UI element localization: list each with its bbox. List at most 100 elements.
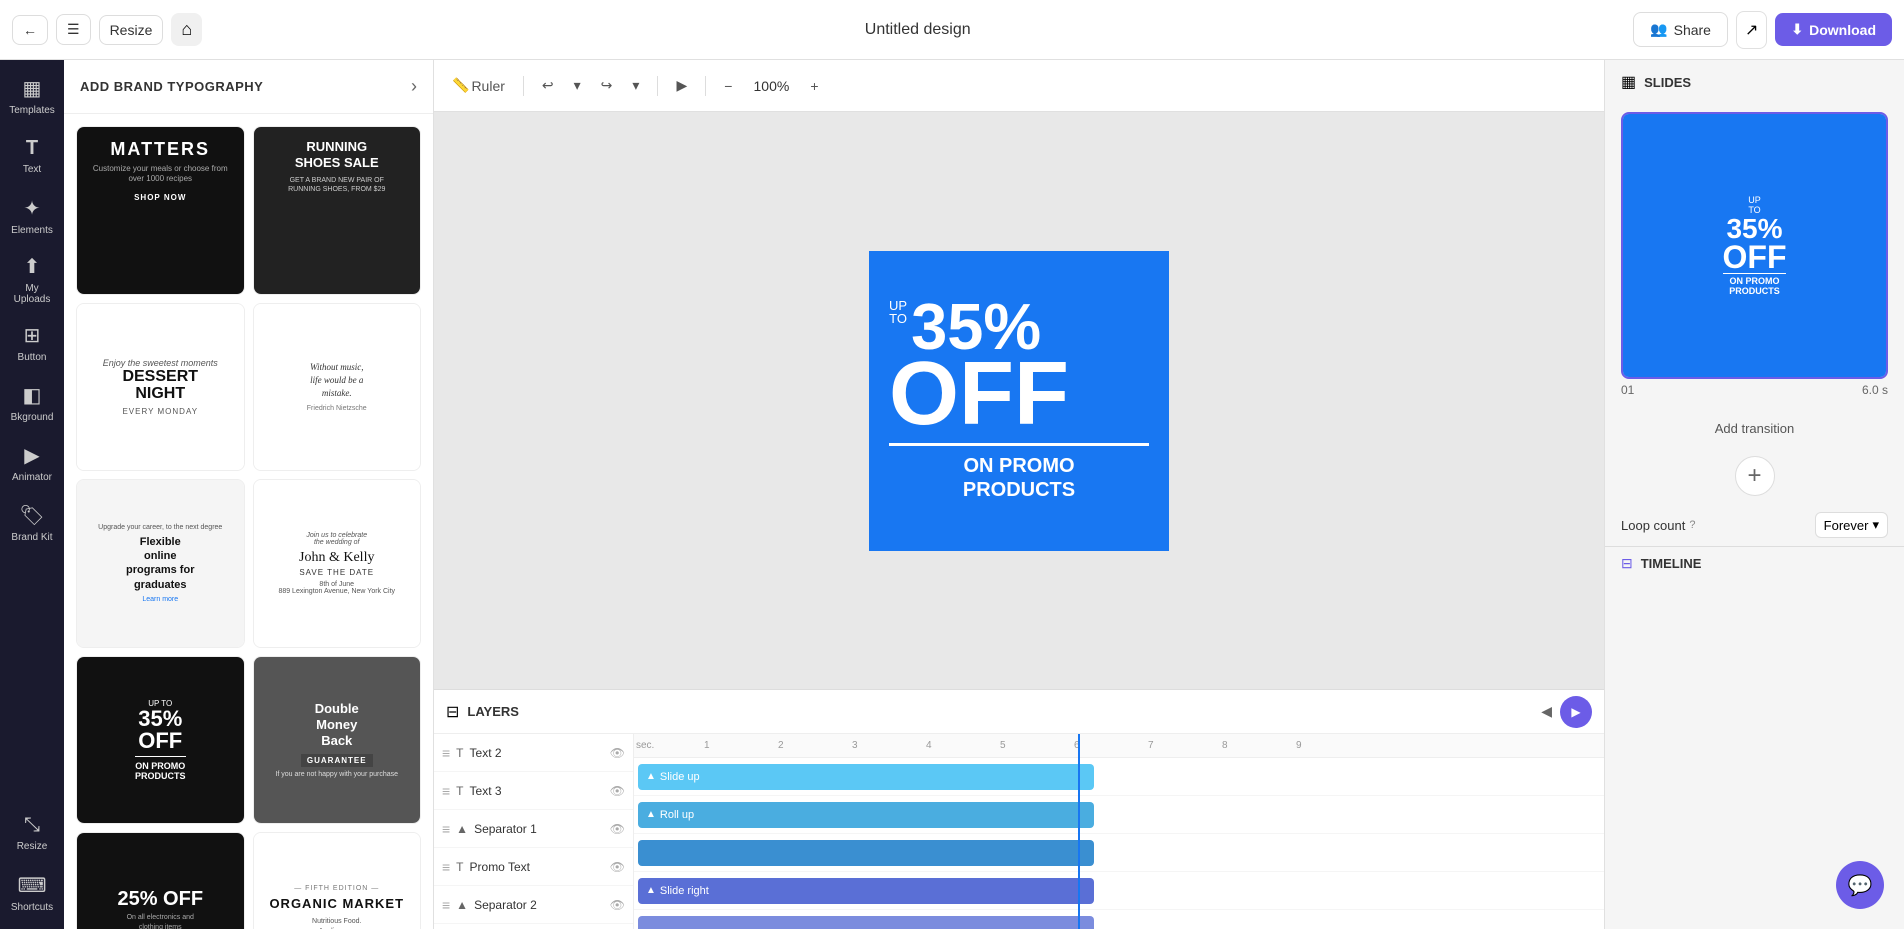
template-card-10[interactable]: — FIFTH EDITION — ORGANIC MARKET Nutriti… [253, 832, 422, 929]
animator-icon: ▶ [24, 443, 39, 468]
sidebar-item-uploads[interactable]: ⬆ My Uploads [4, 248, 60, 311]
template-card-5[interactable]: Upgrade your career, to the next degree … [76, 479, 245, 648]
loop-help-icon[interactable]: ? [1689, 519, 1695, 531]
track-sep1-block[interactable] [638, 840, 1094, 866]
slide-1-thumbnail[interactable]: UPTO 35% OFF ON PROMOPRODUCTS [1621, 112, 1888, 379]
track-text2-block[interactable]: ▲ Slide up [638, 764, 1094, 790]
track-row-separator2 [634, 910, 1604, 929]
template-card-4[interactable]: Without music,life would be amistake. Fr… [253, 303, 422, 472]
drag-handle-promo: ≡ [442, 859, 450, 875]
undo-dropdown[interactable]: ▾ [568, 73, 587, 98]
timeline-play-icon: ▶ [1571, 705, 1580, 719]
layer-text2-visibility[interactable]: 👁 [610, 746, 625, 760]
sidebar-item-brand-kit[interactable]: 🏷 Brand Kit [4, 495, 60, 551]
timeline-topbar: ⊟ LAYERS ◀ ▶ [434, 690, 1604, 734]
loop-select[interactable]: Forever ▾ [1815, 512, 1888, 538]
slide-up-icon-t2: ▲ [646, 771, 656, 782]
ruler-tick-6: 6 [1074, 740, 1080, 751]
connect-icon: ↗ [1745, 20, 1758, 40]
template-card-2[interactable]: RUNNINGSHOES SALE GET A BRAND NEW PAIR O… [253, 126, 422, 295]
layer-text3-visibility[interactable]: 👁 [610, 784, 625, 798]
track-text2-label: Slide up [660, 771, 700, 783]
roll-up-icon-t3: ▲ [646, 809, 656, 820]
add-slide-button[interactable]: + [1735, 456, 1775, 496]
loop-count-row: Loop count ? Forever ▾ [1605, 504, 1904, 546]
zoom-plus-icon: + [810, 78, 818, 94]
track-sep2-block[interactable] [638, 916, 1094, 929]
loop-count-label: Loop count ? [1621, 518, 1695, 533]
sidebar-item-brand-kit-label: Brand Kit [11, 532, 52, 543]
template-card-9[interactable]: 25% OFF On all electronics andclothing i… [76, 832, 245, 929]
template-card-7[interactable]: UP TO 35%OFF ON PROMOPRODUCTS [76, 656, 245, 825]
track-row-text3: ▲ Roll up [634, 796, 1604, 834]
toolbar-separator-1 [523, 76, 524, 96]
left-sidebar: ▦ Templates T Text ✦ Elements ⬆ My Uploa… [0, 60, 64, 929]
sidebar-item-resize[interactable]: ⤡ Resize [4, 805, 60, 861]
layer-promo-row[interactable]: ≡ T Promo Text 👁 [434, 848, 633, 886]
sidebar-item-templates-label: Templates [9, 105, 55, 116]
ruler-tick-5: 5 [1000, 740, 1006, 751]
layer-promo-visibility[interactable]: 👁 [610, 860, 625, 874]
sidebar-item-background[interactable]: ◧ Bkground [4, 375, 60, 431]
slide-1-number: 01 [1621, 383, 1634, 397]
download-button[interactable]: ⬇ Download [1775, 13, 1892, 46]
layer-sep1-visibility[interactable]: 👁 [610, 822, 625, 836]
home-button[interactable]: ⌂ [171, 13, 202, 46]
text-icon: T [26, 137, 38, 160]
sidebar-item-elements[interactable]: ✦ Elements [4, 188, 60, 244]
chat-button[interactable]: 💬 [1836, 861, 1884, 909]
redo-dropdown[interactable]: ▾ [626, 73, 645, 98]
menu-button[interactable]: ☰ [56, 14, 91, 45]
template-card-8[interactable]: DoubleMoneyBack GUARANTEE If you are not… [253, 656, 422, 825]
undo-button[interactable]: ↩ [536, 73, 560, 98]
resize-button[interactable]: Resize [99, 15, 164, 45]
download-icon: ⬇ [1791, 21, 1803, 38]
play-button[interactable]: ▶ [670, 73, 693, 98]
text3-type-icon: T [456, 784, 463, 798]
right-panel: ▦ SLIDES UPTO 35% OFF ON PROMOPRODUCTS 0… [1604, 60, 1904, 929]
template-card-3[interactable]: Enjoy the sweetest moments DESSERTNIGHT … [76, 303, 245, 472]
layer-separator1-name: Separator 1 [474, 822, 604, 836]
zoom-out-button[interactable]: − [718, 74, 738, 98]
ruler-button[interactable]: 📏 Ruler [446, 73, 511, 98]
drag-handle-sep1: ≡ [442, 821, 450, 837]
share-button[interactable]: 👥 Share [1633, 12, 1728, 47]
track-row-text2: ▲ Slide up [634, 758, 1604, 796]
timeline-ruler: sec. 1 2 3 4 5 6 7 8 9 [634, 734, 1604, 758]
redo-button[interactable]: ↪ [595, 73, 619, 98]
layer-sep2-visibility[interactable]: 👁 [610, 898, 625, 912]
sidebar-item-animator-label: Animator [12, 472, 52, 483]
layer-text2-row[interactable]: ≡ T Text 2 👁 [434, 734, 633, 772]
layer-separator2-row[interactable]: ≡ ▲ Separator 2 👁 [434, 886, 633, 924]
slide-1-footer: 01 6.0 s [1621, 379, 1888, 401]
design-canvas[interactable]: UPTO 35% OFF ON PROMOPRODUCTS [869, 251, 1169, 551]
timeline-play-button[interactable]: ▶ [1560, 696, 1592, 728]
ruler-tick-1: 1 [704, 740, 710, 751]
connect-button[interactable]: ↗ [1736, 11, 1767, 49]
track-text3-block[interactable]: ▲ Roll up [638, 802, 1094, 828]
sidebar-item-text[interactable]: T Text [4, 128, 60, 184]
template-card-6[interactable]: Join us to celebratethe wedding of John … [253, 479, 422, 648]
collapse-layers-button[interactable]: ◀ [1541, 703, 1552, 720]
template-card-1[interactable]: MATTERS Customize your meals or choose f… [76, 126, 245, 295]
sidebar-item-shortcuts[interactable]: ⌨ Shortcuts [4, 865, 60, 921]
sidebar-item-elements-label: Elements [11, 225, 53, 236]
timeline-content: ≡ T Text 2 👁 ≡ T Text 3 👁 ≡ ▲ Separator … [434, 734, 1604, 929]
back-button[interactable]: ← [12, 15, 48, 45]
top-bar-left: ← ☰ Resize ⌂ [12, 13, 202, 46]
layer-separator1-row[interactable]: ≡ ▲ Separator 1 👁 [434, 810, 633, 848]
top-bar: ← ☰ Resize ⌂ Untitled design 👥 Share ↗ ⬇… [0, 0, 1904, 60]
sidebar-item-templates[interactable]: ▦ Templates [4, 68, 60, 124]
layer-text3-row[interactable]: ≡ T Text 3 👁 [434, 772, 633, 810]
slide-thumb-inner: UPTO 35% OFF ON PROMOPRODUCTS [1623, 114, 1886, 377]
sidebar-item-animator[interactable]: ▶ Animator [4, 435, 60, 491]
track-row-separator1 [634, 834, 1604, 872]
promo-type-icon: T [456, 860, 463, 874]
ruler-tick-8: 8 [1222, 740, 1228, 751]
sidebar-item-resize-label: Resize [17, 841, 48, 852]
sidebar-item-button[interactable]: ⊞ Button [4, 315, 60, 371]
zoom-in-button[interactable]: + [804, 74, 824, 98]
panel-close-button[interactable]: › [411, 76, 417, 97]
track-promo-block[interactable]: ▲ Slide right [638, 878, 1094, 904]
top-bar-right: 👥 Share ↗ ⬇ Download [1633, 11, 1892, 49]
